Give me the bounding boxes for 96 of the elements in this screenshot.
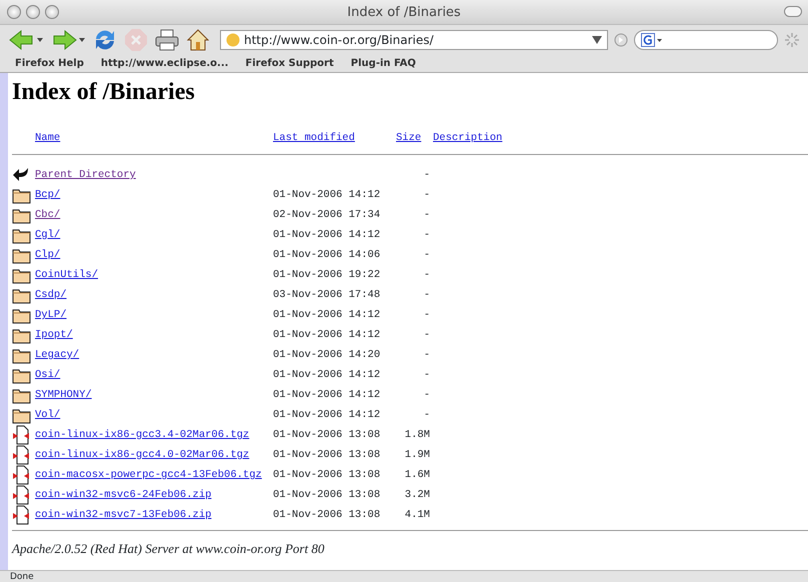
file-icon [12, 445, 30, 465]
file-icon [12, 465, 30, 485]
file-link[interactable]: coin-win32-msvc7-13Feb06.zip [35, 509, 212, 521]
window-title: Index of /Binaries [347, 4, 461, 20]
pill-button[interactable] [784, 6, 802, 17]
file-link[interactable]: Bcp/ [35, 189, 60, 201]
modified-date: 01-Nov-2006 14:06 [273, 249, 380, 261]
file-link[interactable]: coin-macosx-powerpc-gcc4-13Feb06.tgz [35, 469, 262, 481]
file-size: - [424, 349, 430, 361]
file-link[interactable]: Vol/ [35, 409, 60, 421]
file-size: - [424, 209, 430, 221]
file-link[interactable]: Ipopt/ [35, 329, 73, 341]
file-link[interactable]: DyLP/ [35, 309, 67, 321]
bookmark-link[interactable]: Firefox Support [245, 58, 334, 69]
file-size: - [424, 169, 430, 181]
file-size: - [424, 309, 430, 321]
folder-icon [12, 346, 31, 364]
folder-icon [12, 246, 31, 264]
file-link[interactable]: coin-win32-msvc6-24Feb06.zip [35, 489, 212, 501]
modified-date: 01-Nov-2006 14:12 [273, 309, 380, 321]
modified-date: 02-Nov-2006 17:34 [273, 209, 380, 221]
folder-icon [12, 326, 31, 344]
folder-icon [12, 306, 31, 324]
file-size: 1.6M [404, 469, 430, 481]
column-header-link[interactable]: Size [396, 132, 422, 144]
modified-date: 01-Nov-2006 13:08 [273, 489, 380, 501]
folder-icon [12, 286, 31, 304]
file-size: - [424, 329, 430, 341]
folder-icon [12, 206, 31, 224]
page-heading: Index of /Binaries [12, 79, 196, 106]
column-header-link[interactable]: Name [35, 132, 60, 144]
file-size: - [424, 409, 430, 421]
file-link[interactable]: Parent Directory [35, 169, 136, 181]
file-size: - [424, 289, 430, 301]
window-control[interactable] [26, 5, 40, 19]
modified-date: 01-Nov-2006 19:22 [273, 269, 380, 281]
file-size: - [424, 389, 430, 401]
file-icon [12, 425, 30, 445]
modified-date: 01-Nov-2006 14:12 [273, 409, 380, 421]
window-control[interactable] [45, 5, 59, 19]
file-link[interactable]: Clp/ [35, 249, 60, 261]
file-size: 4.1M [404, 509, 430, 521]
folder-icon [12, 386, 31, 404]
file-size: - [424, 369, 430, 381]
folder-icon [12, 186, 31, 204]
status-text: Done [10, 572, 34, 582]
file-link[interactable]: Legacy/ [35, 349, 80, 361]
bookmark-link[interactable]: Plug-in FAQ [350, 58, 416, 69]
folder-icon [12, 226, 31, 244]
file-size: - [424, 249, 430, 261]
folder-icon [12, 266, 31, 284]
file-size: - [424, 189, 430, 201]
bookmark-link[interactable]: http://www.eclipse.o... [100, 58, 228, 69]
file-link[interactable]: coin-linux-ix86-gcc4.0-02Mar06.tgz [35, 449, 250, 461]
file-size: 1.9M [404, 449, 430, 461]
file-icon [12, 485, 30, 505]
modified-date: 01-Nov-2006 13:08 [273, 429, 380, 441]
file-size: - [424, 229, 430, 241]
go-button[interactable] [614, 33, 628, 47]
search-field[interactable] [634, 30, 778, 50]
home-button[interactable] [186, 28, 210, 52]
address-field[interactable]: http://www.coin-or.org/Binaries/ [220, 30, 608, 50]
modified-date: 01-Nov-2006 14:12 [273, 189, 380, 201]
modified-date: 01-Nov-2006 14:12 [273, 389, 380, 401]
folder-icon [12, 406, 31, 424]
modified-date: 01-Nov-2006 14:20 [273, 349, 380, 361]
file-size: - [424, 269, 430, 281]
file-link[interactable]: coin-linux-ix86-gcc3.4-02Mar06.tgz [35, 429, 250, 441]
column-header-link[interactable]: Description [433, 132, 502, 144]
modified-date: 01-Nov-2006 14:12 [273, 329, 380, 341]
modified-date: 01-Nov-2006 13:08 [273, 469, 380, 481]
dropdown-icon[interactable] [592, 36, 602, 44]
file-size: 1.8M [404, 429, 430, 441]
file-icon [12, 505, 30, 525]
search-engine-icon[interactable] [641, 33, 663, 47]
site-icon [226, 33, 240, 47]
file-link[interactable]: Cgl/ [35, 229, 60, 241]
modified-date: 03-Nov-2006 17:48 [273, 289, 380, 301]
server-signature: Apache/2.0.52 (Red Hat) Server at www.coin-or.org Port 80 [12, 541, 326, 557]
folder-icon [12, 366, 31, 384]
window-control[interactable] [7, 5, 21, 19]
modified-date: 01-Nov-2006 13:08 [273, 449, 380, 461]
file-size: 3.2M [404, 489, 430, 501]
file-link[interactable]: Osi/ [35, 369, 60, 381]
spinner-icon [784, 32, 800, 48]
bookmark-link[interactable]: Firefox Help [15, 58, 84, 69]
file-link[interactable]: SYMPHONY/ [35, 389, 92, 401]
modified-date: 01-Nov-2006 14:12 [273, 369, 380, 381]
back-button[interactable] [8, 29, 44, 51]
column-header-link[interactable]: Last modified [273, 132, 355, 144]
file-link[interactable]: CoinUtils/ [35, 269, 98, 281]
modified-date: 01-Nov-2006 14:12 [273, 229, 380, 241]
print-button[interactable] [154, 28, 180, 52]
file-link[interactable]: Cbc/ [35, 209, 60, 221]
file-link[interactable]: Csdp/ [35, 289, 67, 301]
modified-date: 01-Nov-2006 13:08 [273, 509, 380, 521]
